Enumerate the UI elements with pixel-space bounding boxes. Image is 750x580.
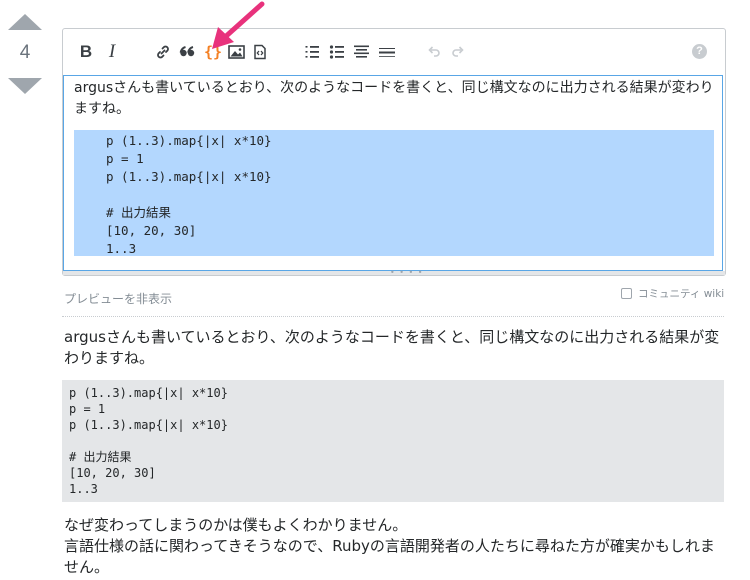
link-button[interactable] [153,41,173,63]
hide-preview-link[interactable]: プレビューを非表示 [64,290,172,307]
horizontal-rule-button[interactable] [376,41,398,63]
redo-button[interactable] [449,41,467,63]
downvote-arrow-icon[interactable] [8,78,42,94]
markdown-editor: B I {} ? argusさんも書いているとおり、次のようなコードを書くと、同… [62,28,726,277]
preview-line-1: なぜ変わってしまうのかは僕もよくわかりません。 [64,516,408,534]
community-wiki-label: コミュニティ wiki [638,288,725,300]
annotation-arrow-icon [212,1,265,49]
help-icon[interactable]: ? [692,44,707,59]
horizontal-rule-icon [379,48,395,57]
undo-button[interactable] [425,41,443,63]
community-wiki-checkbox[interactable] [621,288,632,299]
vote-count: 4 [19,42,31,63]
preview-paragraph-2: なぜ変わってしまうのかは僕もよくわかりません。 言語仕様の話に関わってきそうなの… [64,515,720,578]
preview-code-block: p (1..3).map{|x| x*10} p = 1 p (1..3).ma… [62,380,724,502]
heading-button[interactable] [351,41,371,63]
upvote-arrow-icon[interactable] [8,14,42,30]
link-icon [157,45,169,59]
editor-code-block: p (1..3).map{|x| x*10} p = 1 p (1..3).ma… [106,133,272,256]
editor-text: argusさんも書いているとおり、次のようなコードを書くと、同じ構文なのに出力さ… [74,80,714,117]
bold-button[interactable]: B [77,41,95,63]
preview-paragraph: argusさんも書いているとおり、次のようなコードを書くと、同じ構文なのに出力さ… [64,328,720,367]
editor-resize-handle[interactable]: • • • • [63,269,725,277]
preview-divider [62,316,724,317]
editor-toolbar: B I {} ? [63,29,725,75]
bullet-list-icon [329,45,344,59]
bullet-list-button[interactable] [327,41,347,63]
numbered-list-icon [305,46,319,58]
preview-line-2: 言語仕様の話に関わってきそうなので、Rubyの言語開発者の人たちに尋ねた方が確実… [64,537,715,576]
heading-icon [353,45,369,58]
undo-icon [428,46,440,57]
editor-textarea[interactable]: argusさんも書いているとおり、次のようなコードを書くと、同じ構文なのに出力さ… [63,75,723,271]
redo-icon [452,46,464,57]
blockquote-button[interactable] [177,41,197,63]
italic-button[interactable]: I [104,41,120,63]
quote-icon [179,46,194,57]
numbered-list-button[interactable] [302,41,322,63]
